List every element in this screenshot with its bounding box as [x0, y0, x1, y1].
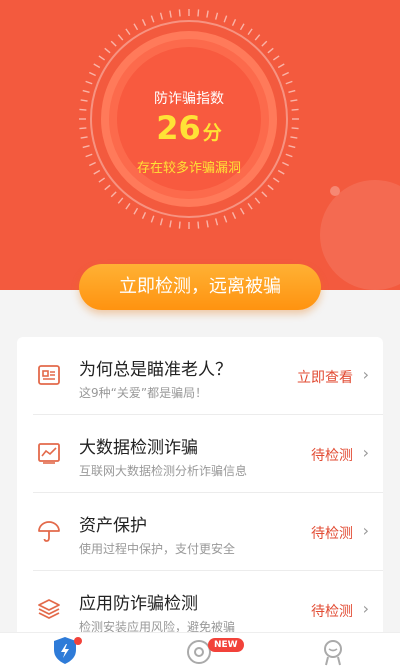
item-action[interactable]: 待检测	[311, 601, 353, 621]
chevron-right-icon: ›	[362, 365, 369, 384]
chart-icon	[38, 443, 60, 464]
notification-dot	[74, 637, 82, 645]
score-value: 26 分	[75, 109, 303, 147]
feature-list: 为何总是瞄准老人？ 这9种“关爱”都是骗局！ 立即查看 › 大数据检测诈骗 互联…	[17, 337, 383, 637]
list-item-bigdata[interactable]: 大数据检测诈骗 互联网大数据检测分析诈骗信息 待检测 ›	[17, 415, 383, 493]
tab-profile[interactable]	[302, 633, 362, 666]
umbrella-icon	[38, 521, 60, 542]
item-title: 为何总是瞄准老人？	[79, 360, 232, 380]
new-badge: NEW	[208, 638, 244, 652]
decor-dot	[330, 186, 340, 196]
chevron-right-icon: ›	[362, 443, 369, 462]
item-subtitle: 使用过程中保护，支付更安全	[79, 542, 236, 556]
score-number: 26	[156, 109, 201, 147]
profile-icon	[324, 640, 342, 666]
score-unit: 分	[202, 122, 222, 144]
item-action[interactable]: 立即查看	[297, 367, 353, 387]
item-title: 大数据检测诈骗	[79, 438, 198, 458]
hero-banner: 防诈骗指数 26 分 存在较多诈骗漏洞	[0, 0, 400, 290]
item-subtitle: 互联网大数据检测分析诈骗信息	[79, 464, 248, 478]
item-action[interactable]: 待检测	[311, 523, 353, 543]
chevron-right-icon: ›	[362, 521, 369, 540]
decor-circle	[320, 180, 400, 290]
gauge-subtitle: 存在较多诈骗漏洞	[136, 161, 241, 176]
tab-protection[interactable]	[36, 633, 96, 666]
item-action[interactable]: 待检测	[311, 445, 353, 465]
list-item-asset-protection[interactable]: 资产保护 使用过程中保护，支付更安全 待检测 ›	[17, 493, 383, 571]
chevron-right-icon: ›	[362, 599, 369, 618]
article-icon	[38, 365, 60, 385]
list-item-elderly-article[interactable]: 为何总是瞄准老人？ 这9种“关爱”都是骗局！ 立即查看 ›	[17, 337, 383, 415]
item-title: 应用防诈骗检测	[79, 594, 198, 614]
item-subtitle: 这9种“关爱”都是骗局！	[79, 386, 208, 400]
bottom-tab-bar	[0, 632, 400, 666]
item-title: 资产保护	[79, 516, 147, 536]
gauge-title: 防诈骗指数	[154, 91, 224, 107]
list-item-app-scan[interactable]: 应用防诈骗检测 检测安装应用风险，避免被骗 待检测 ›	[17, 571, 383, 637]
layers-icon	[38, 599, 60, 619]
detect-now-button[interactable]: 立即检测，远离被骗	[79, 264, 321, 310]
